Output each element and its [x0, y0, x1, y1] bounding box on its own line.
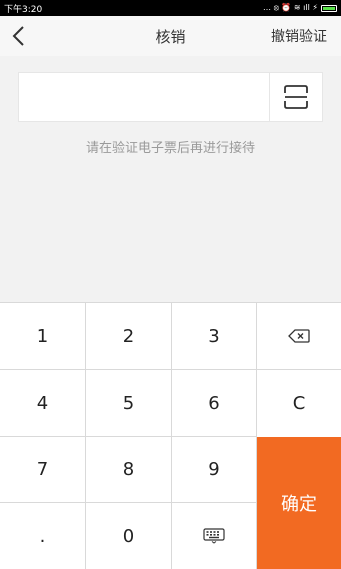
backspace-key[interactable]: [257, 303, 341, 370]
hide-keyboard-key[interactable]: [172, 503, 257, 569]
status-icons: … ⦻ ⏰ ≋ ıll ⚡: [263, 3, 337, 13]
status-indicators: … ⦻ ⏰ ≋ ıll ⚡: [263, 3, 318, 12]
battery-icon: [321, 4, 337, 12]
scan-icon: [284, 85, 308, 109]
key-5[interactable]: 5: [86, 370, 172, 437]
numeric-keypad: 1 2 3 4 5 6 C 7 8 9 . 0 确定: [0, 302, 341, 569]
navigation-bar: 核销 撤销验证: [0, 16, 341, 56]
key-3[interactable]: 3: [172, 303, 257, 370]
ticket-code-input[interactable]: [19, 73, 270, 121]
key-dot[interactable]: .: [0, 503, 86, 569]
key-8[interactable]: 8: [86, 437, 172, 503]
key-4[interactable]: 4: [0, 370, 86, 437]
status-bar: 下午3:20 … ⦻ ⏰ ≋ ıll ⚡: [0, 0, 341, 16]
key-7[interactable]: 7: [0, 437, 86, 503]
clear-key[interactable]: C: [257, 370, 341, 437]
ticket-input-box: [18, 72, 323, 122]
key-2[interactable]: 2: [86, 303, 172, 370]
key-0[interactable]: 0: [86, 503, 172, 569]
status-time: 下午3:20: [4, 4, 43, 15]
verification-hint: 请在验证电子票后再进行接待: [85, 141, 255, 156]
key-6[interactable]: 6: [172, 370, 257, 437]
revoke-verification-button[interactable]: 撤销验证: [271, 26, 327, 46]
key-1[interactable]: 1: [0, 303, 86, 370]
backspace-icon: [288, 329, 310, 343]
key-9[interactable]: 9: [172, 437, 257, 503]
scan-button[interactable]: [269, 73, 322, 121]
keyboard-icon: [203, 528, 225, 544]
confirm-button[interactable]: 确定: [257, 437, 341, 569]
